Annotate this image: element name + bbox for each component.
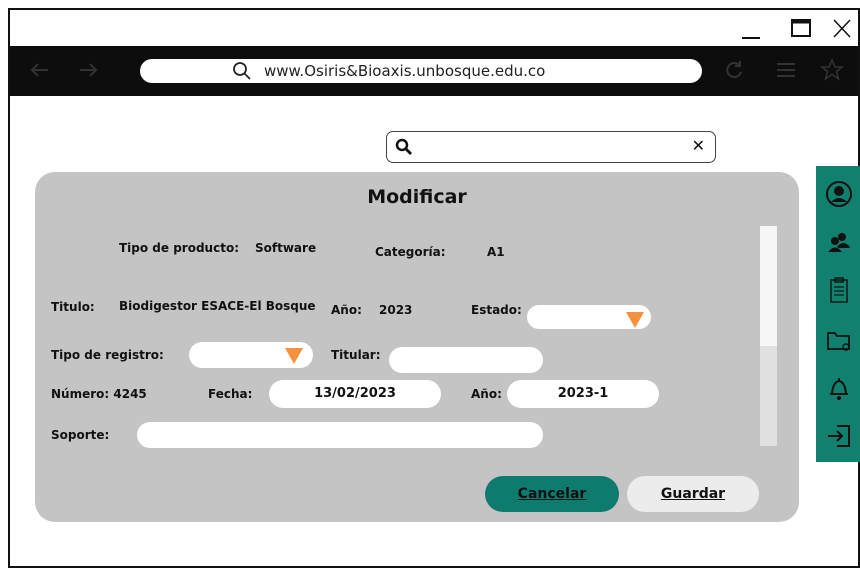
scrollbar[interactable] bbox=[760, 226, 777, 446]
anio-label: Año: bbox=[331, 303, 362, 317]
fecha-value: 13/02/2023 bbox=[314, 386, 396, 401]
categoria-value: A1 bbox=[487, 245, 505, 259]
right-sidebar bbox=[816, 166, 860, 462]
fecha-field[interactable]: 13/02/2023 bbox=[269, 380, 441, 408]
forward-arrow-icon[interactable] bbox=[76, 58, 100, 87]
titular-label: Titular: bbox=[331, 348, 381, 362]
search-icon bbox=[232, 61, 252, 85]
folder-icon[interactable] bbox=[825, 326, 853, 354]
fecha-label: Fecha: bbox=[208, 387, 253, 401]
search-input[interactable]: ✕ bbox=[386, 131, 716, 163]
users-icon[interactable] bbox=[825, 228, 853, 256]
tipo-producto-label: Tipo de producto: bbox=[119, 241, 239, 255]
anio2-label: Año: bbox=[471, 387, 502, 401]
menu-icon[interactable] bbox=[774, 58, 798, 87]
estado-label: Estado: bbox=[471, 303, 522, 317]
scrollbar-thumb[interactable] bbox=[760, 226, 777, 346]
title-bar bbox=[10, 10, 858, 46]
logout-icon[interactable] bbox=[825, 422, 853, 450]
bell-icon[interactable] bbox=[825, 374, 853, 402]
modify-form-panel: Modificar Tipo de producto: Software Cat… bbox=[35, 172, 799, 522]
anio2-value: 2023-1 bbox=[557, 386, 609, 401]
clipboard-icon[interactable] bbox=[825, 276, 853, 304]
minimize-icon[interactable] bbox=[732, 10, 772, 46]
form-title: Modificar bbox=[367, 186, 467, 208]
cancel-button[interactable]: Cancelar bbox=[485, 476, 619, 512]
chevron-down-icon[interactable] bbox=[285, 348, 303, 364]
numero-label: Número: 4245 bbox=[51, 387, 147, 401]
reload-icon[interactable] bbox=[722, 58, 746, 87]
chevron-down-icon[interactable] bbox=[626, 312, 644, 328]
categoria-label: Categoría: bbox=[375, 245, 446, 259]
periodo-field[interactable]: 2023-1 bbox=[507, 380, 659, 408]
maximize-icon[interactable] bbox=[782, 10, 822, 46]
anio-value: 2023 bbox=[379, 303, 413, 317]
search-icon bbox=[395, 138, 413, 160]
tipo-producto-value: Software bbox=[255, 241, 317, 255]
titulo-label: Titulo: bbox=[51, 300, 95, 314]
clear-search-icon[interactable]: ✕ bbox=[692, 136, 705, 155]
back-arrow-icon[interactable] bbox=[28, 58, 52, 87]
tipo-registro-label: Tipo de registro: bbox=[51, 348, 164, 362]
star-icon[interactable] bbox=[819, 57, 845, 87]
url-field[interactable]: www.Osiris&Bioaxis.unbosque.edu.co bbox=[140, 59, 702, 83]
soporte-field[interactable] bbox=[137, 422, 543, 448]
save-button[interactable]: Guardar bbox=[627, 476, 759, 512]
titulo-value: Biodigestor ESACE-El Bosque bbox=[119, 299, 316, 313]
soporte-label: Soporte: bbox=[51, 428, 110, 442]
user-icon[interactable] bbox=[825, 180, 853, 208]
titular-field[interactable] bbox=[389, 347, 543, 373]
address-bar: www.Osiris&Bioaxis.unbosque.edu.co bbox=[10, 46, 858, 96]
url-text: www.Osiris&Bioaxis.unbosque.edu.co bbox=[264, 62, 546, 80]
close-icon[interactable] bbox=[822, 10, 860, 46]
